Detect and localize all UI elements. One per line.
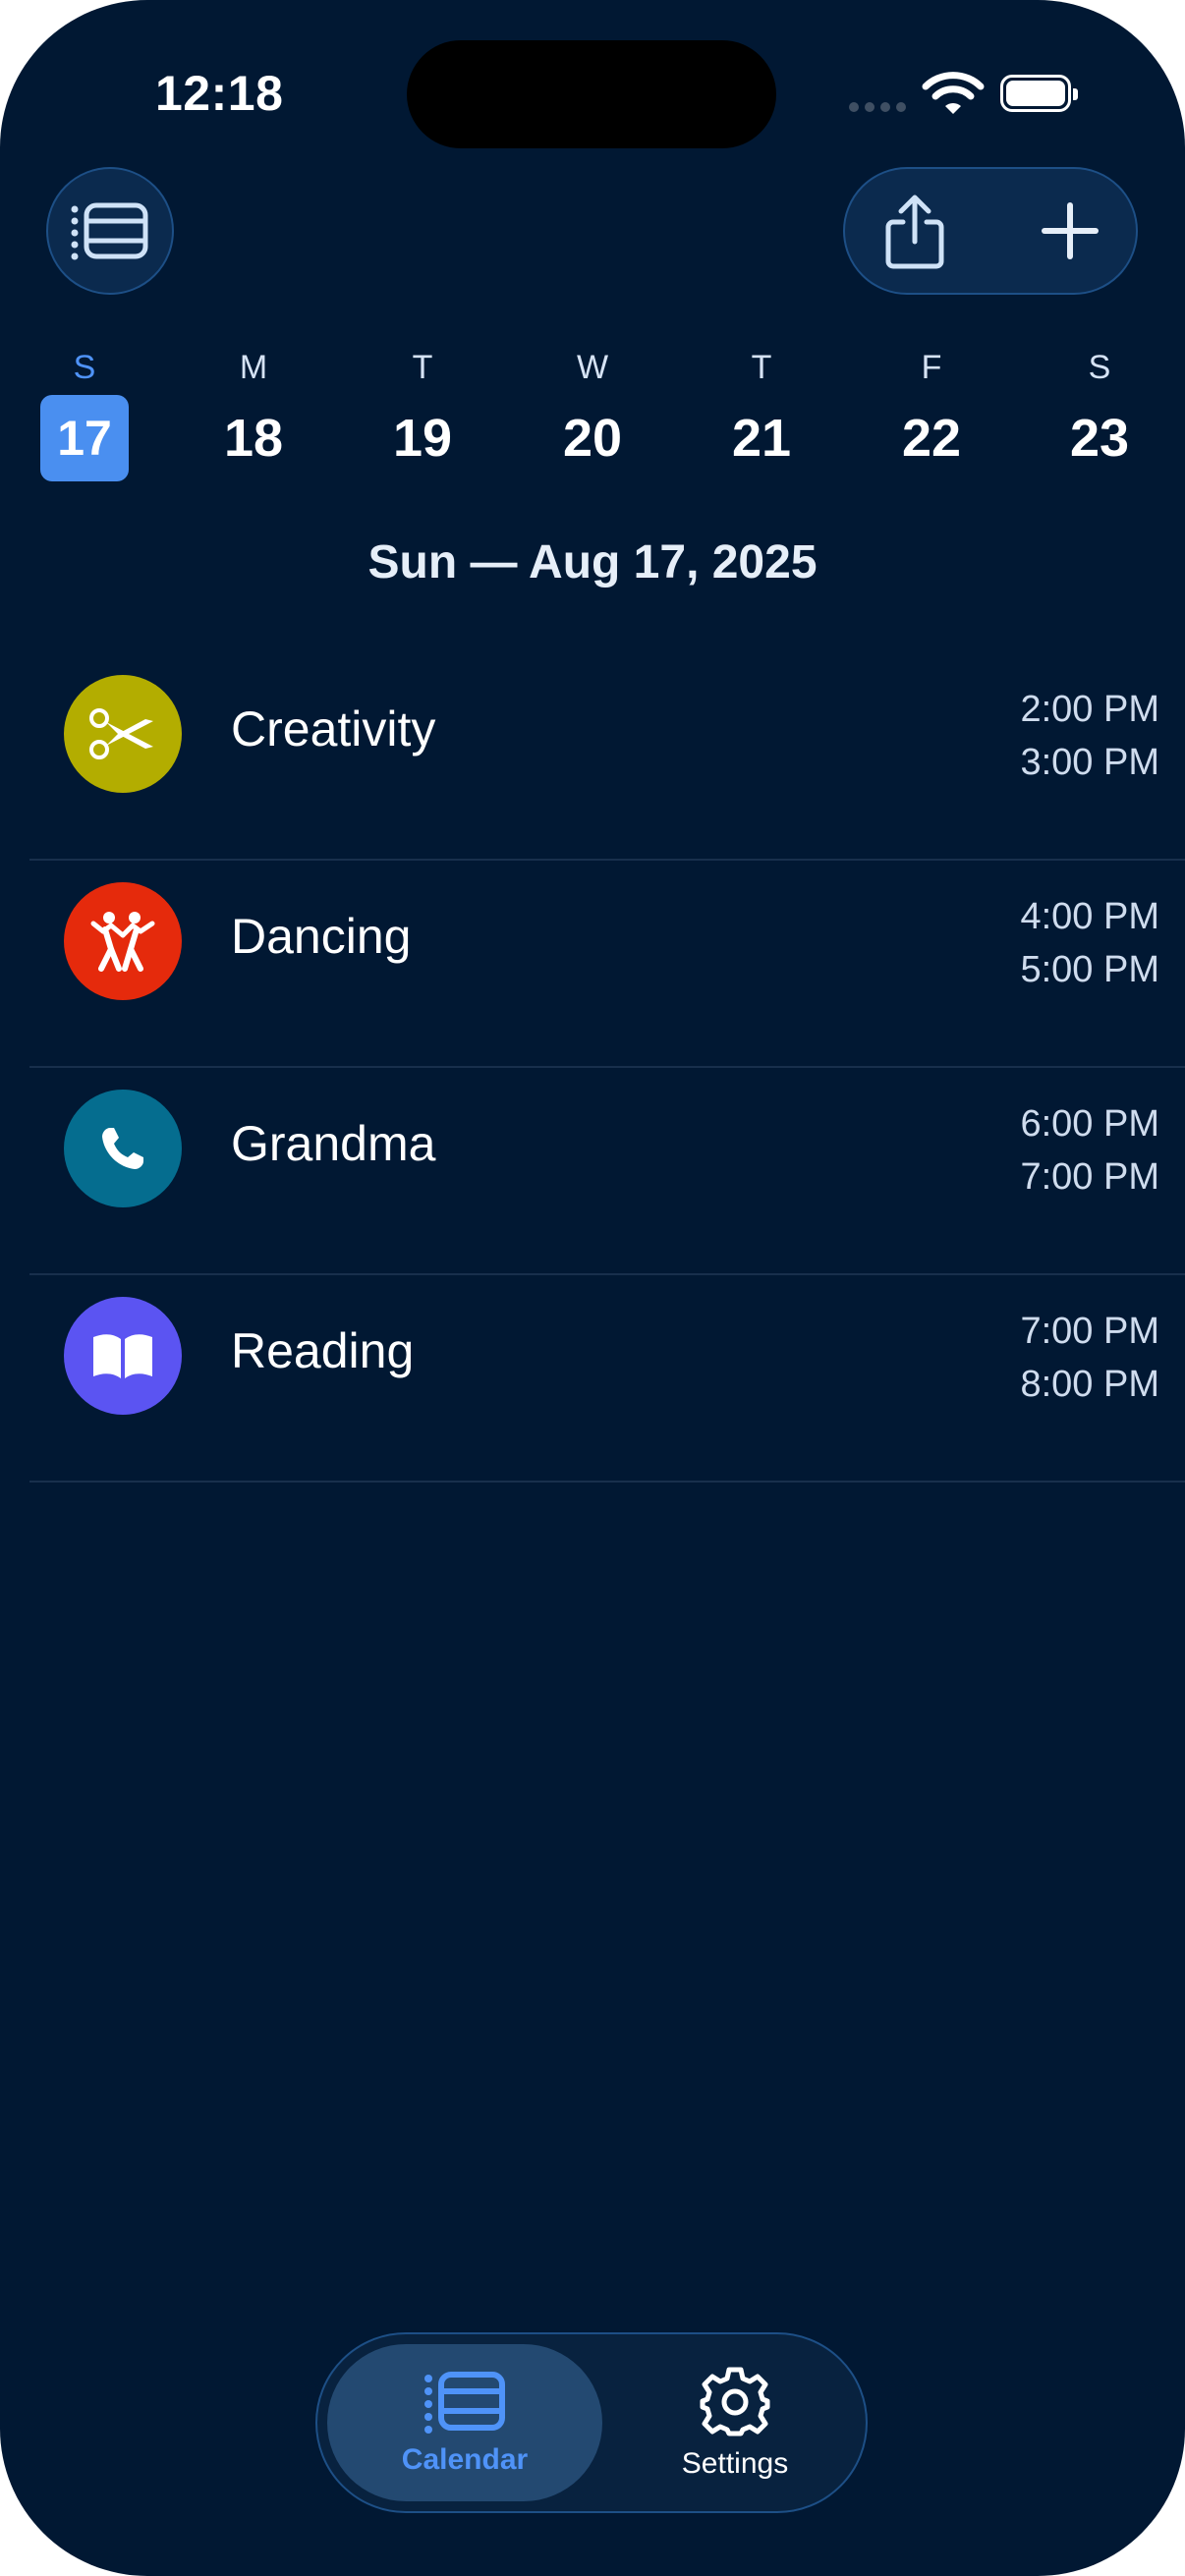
event-end: 7:00 PM [1020, 1156, 1159, 1198]
status-time: 12:18 [155, 66, 284, 121]
day-mon-18[interactable]: M 18 [199, 346, 308, 481]
week-strip: S 17 M 18 T 19 W 20 T 21 F 22 S 23 [0, 346, 1185, 493]
scissors-icon [89, 708, 153, 759]
event-start: 7:00 PM [1020, 1311, 1159, 1352]
tab-settings[interactable]: Settings [612, 2344, 858, 2501]
event-name: Grandma [231, 1116, 436, 1171]
tab-calendar[interactable]: Calendar [327, 2344, 602, 2501]
event-times: 7:00 PM 8:00 PM [1020, 1305, 1159, 1411]
day-fri-22[interactable]: F 22 [877, 346, 986, 481]
day-number: 23 [1069, 409, 1130, 468]
day-letter: S [73, 349, 96, 386]
share-button[interactable] [875, 191, 955, 271]
phone-icon [102, 1128, 143, 1169]
day-number: 19 [392, 409, 453, 468]
day-tue-19[interactable]: T 19 [368, 346, 477, 481]
event-row-creativity[interactable]: Creativity 2:00 PM 3:00 PM [29, 653, 1185, 861]
event-end: 5:00 PM [1020, 949, 1159, 990]
day-letter: S [1088, 349, 1111, 386]
event-start: 4:00 PM [1020, 896, 1159, 937]
day-letter: T [751, 349, 772, 386]
calendar-list-icon [424, 2372, 505, 2434]
event-avatar [64, 1297, 182, 1415]
event-start: 6:00 PM [1020, 1103, 1159, 1145]
event-avatar [64, 675, 182, 793]
wifi-icon [922, 72, 985, 114]
event-times: 2:00 PM 3:00 PM [1020, 683, 1159, 789]
event-avatar [64, 1090, 182, 1207]
event-name: Creativity [231, 701, 436, 756]
action-pill [843, 167, 1138, 295]
day-number: 17 [40, 395, 129, 481]
cellular-signal-icon [849, 102, 906, 112]
dynamic-island [407, 40, 776, 148]
add-event-button[interactable] [1030, 191, 1110, 271]
event-end: 3:00 PM [1020, 742, 1159, 783]
day-number: 22 [901, 409, 962, 468]
tab-bar: Calendar Settings [315, 2332, 868, 2513]
dancing-icon [90, 912, 155, 972]
event-list: Creativity 2:00 PM 3:00 PM Dancing 4:00 … [29, 653, 1185, 1483]
day-sat-23[interactable]: S 23 [1045, 346, 1154, 481]
event-row-dancing[interactable]: Dancing 4:00 PM 5:00 PM [29, 861, 1185, 1068]
tab-label: Calendar [401, 2443, 529, 2476]
day-thu-21[interactable]: T 21 [707, 346, 816, 481]
day-number: 20 [562, 409, 623, 468]
event-name: Reading [231, 1323, 415, 1378]
tab-label: Settings [681, 2447, 789, 2480]
day-letter: W [576, 349, 609, 386]
selected-date-title: Sun — Aug 17, 2025 [367, 536, 818, 588]
battery-icon [1000, 75, 1078, 112]
book-icon [93, 1334, 152, 1378]
event-times: 6:00 PM 7:00 PM [1020, 1097, 1159, 1204]
event-start: 2:00 PM [1020, 689, 1159, 730]
day-sun-17[interactable]: S 17 [30, 346, 139, 481]
day-letter: M [239, 349, 268, 386]
event-row-grandma[interactable]: Grandma 6:00 PM 7:00 PM [29, 1068, 1185, 1275]
gear-icon [700, 2367, 770, 2436]
share-icon [885, 195, 944, 269]
event-end: 8:00 PM [1020, 1364, 1159, 1405]
event-times: 4:00 PM 5:00 PM [1020, 890, 1159, 996]
day-letter: T [412, 349, 433, 386]
calendar-list-icon [71, 202, 148, 260]
event-avatar [64, 882, 182, 1000]
day-wed-20[interactable]: W 20 [538, 346, 647, 481]
calendar-view-button[interactable] [46, 167, 174, 295]
event-row-reading[interactable]: Reading 7:00 PM 8:00 PM [29, 1275, 1185, 1483]
day-number: 18 [223, 409, 284, 468]
plus-icon [1042, 202, 1099, 259]
app-screen: 12:18 S 17 M 18 T 19 W 20 T 21 F 22 S 23… [0, 0, 1185, 2576]
day-number: 21 [731, 409, 792, 468]
event-name: Dancing [231, 909, 412, 964]
day-letter: F [921, 349, 942, 386]
